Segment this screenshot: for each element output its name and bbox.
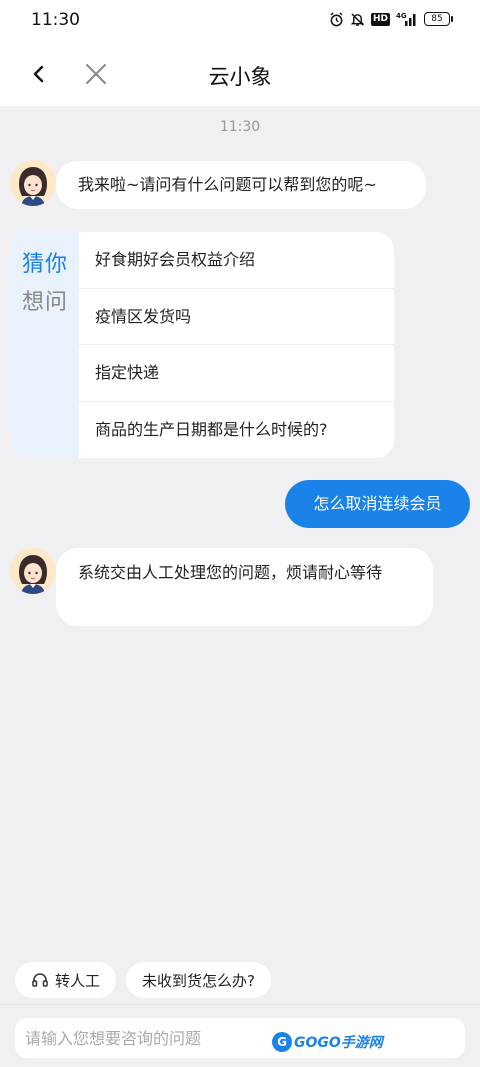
message-input[interactable] <box>15 1018 465 1058</box>
guess-title-line2: 想问 <box>22 290 69 315</box>
bot-greeting-text: 我来啦~请问有什么问题可以帮到您的呢~ <box>78 175 377 194</box>
bot-greeting-bubble: 我来啦~请问有什么问题可以帮到您的呢~ <box>56 161 426 209</box>
svg-text:4G: 4G <box>396 12 407 20</box>
transfer-human-chip[interactable]: 转人工 <box>15 962 117 998</box>
mute-icon <box>350 11 365 27</box>
transfer-human-label: 转人工 <box>55 971 101 990</box>
bot-avatar <box>10 160 56 206</box>
hd-icon: HD <box>370 12 390 26</box>
page-title: 云小象 <box>208 65 272 89</box>
not-received-label: 未收到货怎么办? <box>142 971 255 990</box>
4g-signal-icon: 4G <box>396 11 418 27</box>
nav-bar: 云小象 <box>0 42 480 106</box>
guess-question-item[interactable]: 疫情区发货吗 <box>79 289 394 345</box>
alarm-icon <box>329 11 344 27</box>
battery-icon: 85 <box>424 12 453 26</box>
guess-side-panel: 猜你 想问 <box>10 232 79 458</box>
status-icons: HD 4G 85 <box>329 11 453 27</box>
guess-title-line1: 猜你 <box>22 252 69 277</box>
guess-you-ask-card: 猜你 想问 好食期好会员权益介绍 疫情区发货吗 指定快递 商品的生产日期都是什么… <box>10 232 394 458</box>
headset-icon <box>32 973 48 987</box>
not-received-chip[interactable]: 未收到货怎么办? <box>126 962 271 998</box>
status-bar: 11:30 HD 4G 85 <box>0 0 480 42</box>
chat-area[interactable]: 11:30 我来啦~请问有什么问题可以帮到您的呢~ 猜你 想问 好食期好会员权益… <box>0 106 480 956</box>
status-time: 11:30 <box>31 10 80 30</box>
user-message-bubble: 怎么取消连续会员 <box>285 480 470 528</box>
watermark-text: GOGO手游网 <box>294 1035 383 1051</box>
guess-question-item[interactable]: 商品的生产日期都是什么时候的? <box>79 402 394 459</box>
bot-reply-bubble: 系统交由人工处理您的问题，烦请耐心等待 <box>56 548 433 626</box>
quick-reply-bar: 转人工 未收到货怎么办? <box>0 956 480 1004</box>
user-message-text: 怎么取消连续会员 <box>313 494 442 513</box>
bot-avatar <box>10 548 56 594</box>
input-bar <box>0 1004 480 1067</box>
guess-question-item[interactable]: 指定快递 <box>79 345 394 402</box>
guess-question-item[interactable]: 好食期好会员权益介绍 <box>79 232 394 289</box>
chat-timestamp: 11:30 <box>219 119 261 135</box>
watermark-logo-icon: G <box>272 1032 292 1052</box>
watermark-logo: G GOGO手游网 <box>272 1032 383 1052</box>
bot-reply-text: 系统交由人工处理您的问题，烦请耐心等待 <box>78 563 383 582</box>
guess-question-list: 好食期好会员权益介绍 疫情区发货吗 指定快递 商品的生产日期都是什么时候的? <box>79 232 394 458</box>
